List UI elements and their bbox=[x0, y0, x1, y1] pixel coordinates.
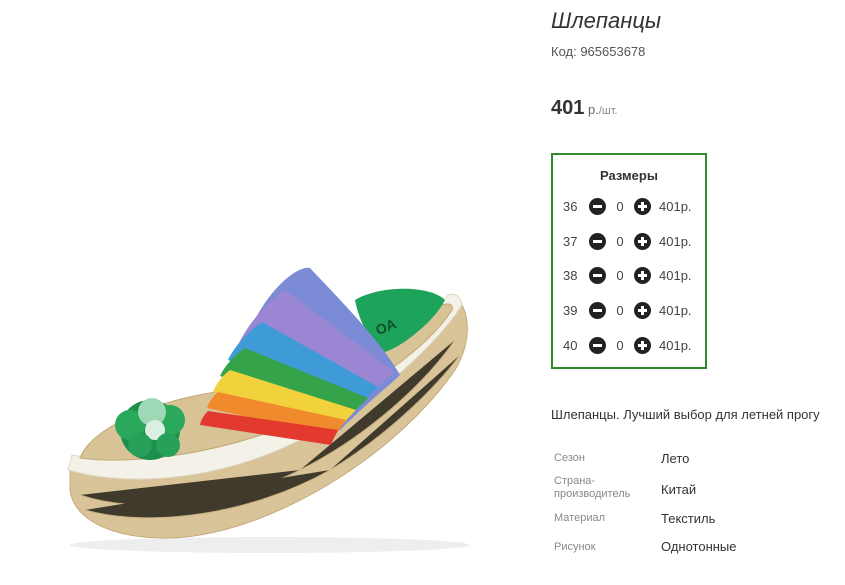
increase-quantity-button[interactable] bbox=[634, 336, 651, 354]
size-row-38: 38 0 401р. bbox=[563, 265, 692, 285]
minus-icon bbox=[593, 308, 602, 312]
price-currency: р. bbox=[584, 102, 599, 117]
plus-icon-vertical bbox=[641, 340, 644, 350]
sizes-title: Размеры bbox=[600, 168, 658, 183]
minus-icon bbox=[593, 204, 602, 208]
size-price: 401р. bbox=[659, 233, 692, 249]
size-label: 37 bbox=[563, 233, 578, 249]
attr-value-pattern: Однотонные bbox=[661, 539, 737, 554]
plus-icon-vertical bbox=[641, 305, 644, 315]
plus-icon-vertical bbox=[641, 201, 644, 211]
size-label: 38 bbox=[563, 267, 578, 283]
attr-label-country-line1: Страна- bbox=[554, 475, 596, 487]
product-code: Код: 965653678 bbox=[551, 44, 646, 59]
quantity-value: 0 bbox=[616, 233, 624, 249]
size-row-37: 37 0 401р. bbox=[563, 231, 692, 251]
price-amount: 401 bbox=[551, 97, 585, 119]
size-label: 36 bbox=[563, 198, 578, 214]
size-row-39: 39 0 401р. bbox=[563, 300, 692, 320]
decrease-quantity-button[interactable] bbox=[589, 336, 606, 354]
product-description: Шлепанцы. Лучший выбор для летней прогу bbox=[551, 407, 820, 422]
quantity-value: 0 bbox=[616, 302, 624, 318]
attr-label-season: Сезон bbox=[554, 452, 585, 464]
attr-value-material: Текстиль bbox=[661, 511, 716, 526]
decrease-quantity-button[interactable] bbox=[589, 266, 606, 284]
attr-value-country: Китай bbox=[661, 482, 697, 497]
price-unit: /шт. bbox=[598, 105, 618, 117]
size-price: 401р. bbox=[659, 337, 692, 353]
attr-label-material: Материал bbox=[554, 512, 605, 524]
increase-quantity-button[interactable] bbox=[634, 197, 651, 215]
product-price: 401 р./шт. bbox=[551, 97, 618, 120]
product-image[interactable]: OA bbox=[0, 0, 530, 585]
attr-value-season: Лето bbox=[661, 451, 690, 466]
sandal-icon: OA bbox=[67, 267, 470, 553]
attr-label-country-line2: производитель bbox=[554, 488, 631, 500]
increase-quantity-button[interactable] bbox=[634, 301, 651, 319]
plus-icon-vertical bbox=[641, 270, 644, 280]
quantity-value: 0 bbox=[616, 267, 624, 283]
increase-quantity-button[interactable] bbox=[634, 266, 651, 284]
size-row-40: 40 0 401р. bbox=[563, 335, 692, 355]
sizes-panel: Размеры 36 0 401р. 37 0 401р. 38 0 401р.… bbox=[551, 153, 707, 369]
size-price: 401р. bbox=[659, 302, 692, 318]
size-price: 401р. bbox=[659, 198, 692, 214]
minus-icon bbox=[593, 239, 602, 243]
size-row-36: 36 0 401р. bbox=[563, 196, 692, 216]
size-label: 40 bbox=[563, 337, 578, 353]
plus-icon-vertical bbox=[641, 236, 644, 246]
size-label: 39 bbox=[563, 302, 578, 318]
increase-quantity-button[interactable] bbox=[634, 232, 651, 250]
product-title: Шлепанцы bbox=[551, 8, 662, 33]
minus-icon bbox=[593, 273, 602, 277]
decrease-quantity-button[interactable] bbox=[589, 232, 606, 250]
attr-label-pattern: Рисунок bbox=[554, 541, 596, 553]
quantity-value: 0 bbox=[616, 337, 624, 353]
decrease-quantity-button[interactable] bbox=[589, 301, 606, 319]
decrease-quantity-button[interactable] bbox=[589, 197, 606, 215]
quantity-value: 0 bbox=[616, 198, 624, 214]
minus-icon bbox=[593, 343, 602, 347]
size-price: 401р. bbox=[659, 267, 692, 283]
